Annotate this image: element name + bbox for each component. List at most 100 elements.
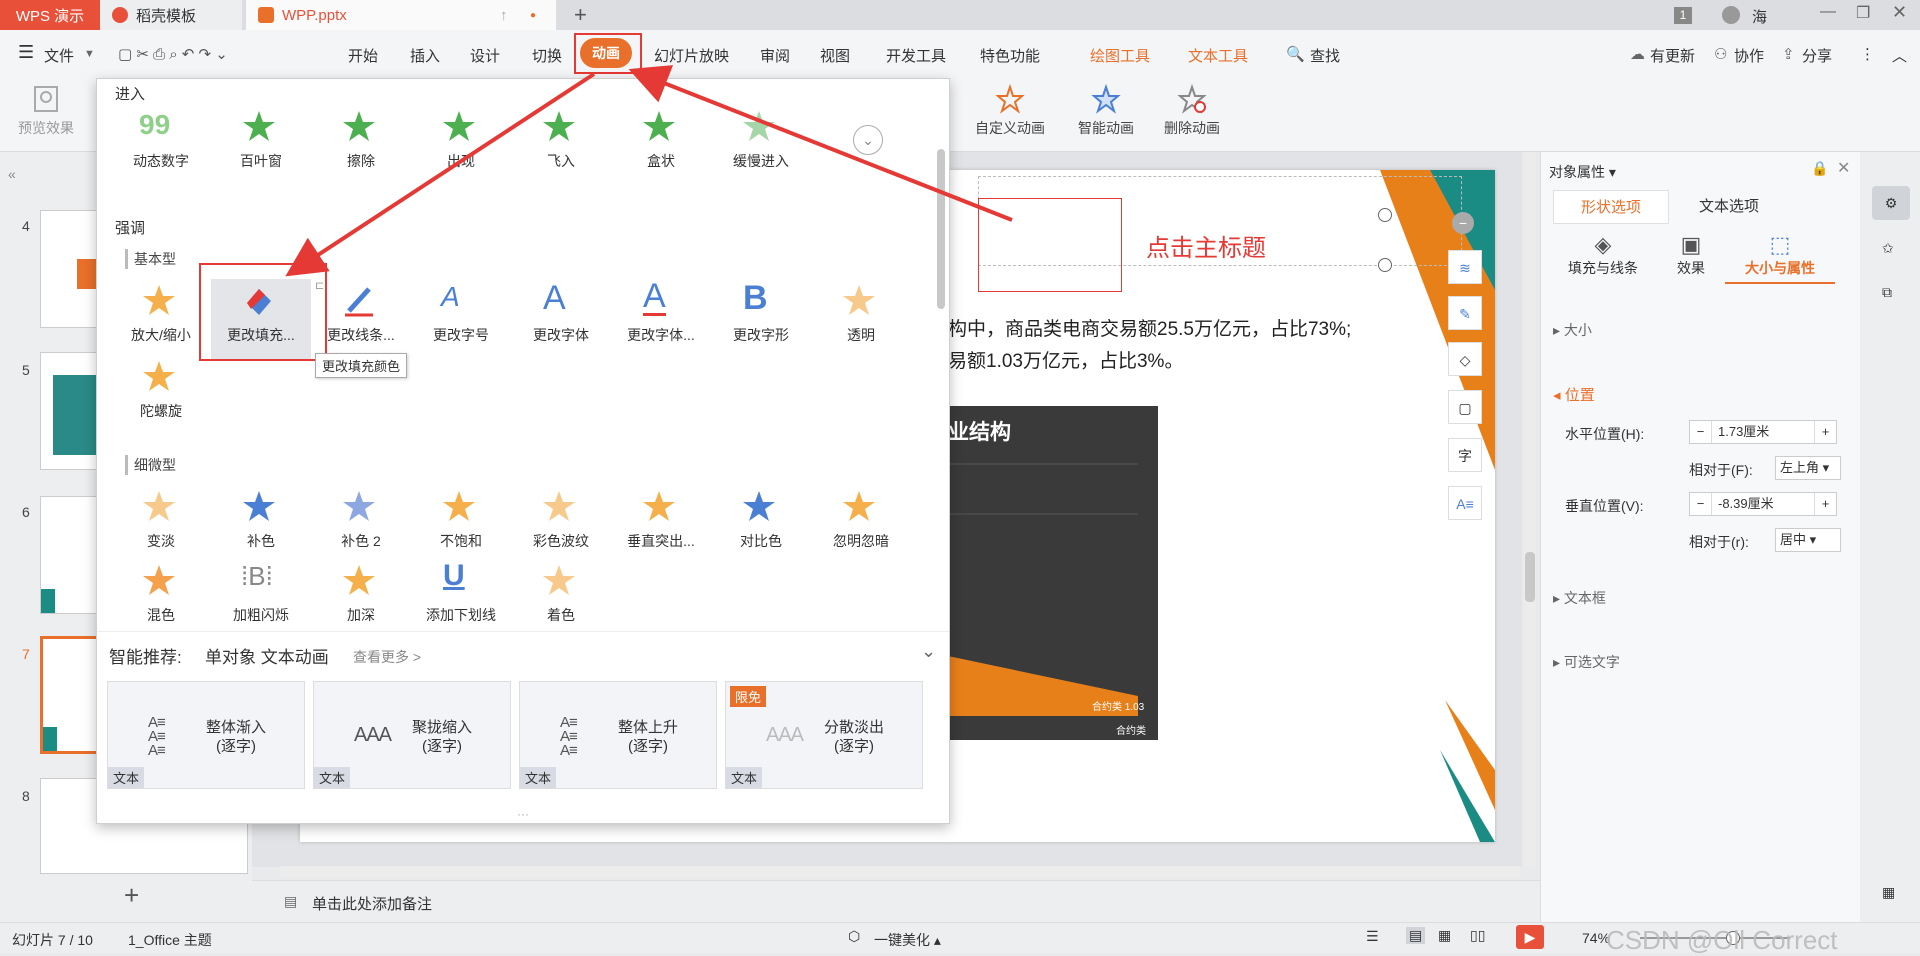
menu-transition[interactable]: 切换 — [532, 45, 562, 66]
effect-complement[interactable]: 补色 — [211, 485, 311, 565]
play-icon[interactable]: ▶ — [1516, 925, 1544, 949]
subtab-fill-line[interactable]: ◈ 填充与线条 — [1553, 232, 1653, 278]
effect-font-size[interactable]: A 更改字号 — [411, 279, 511, 359]
menu-animation[interactable]: 动画 — [580, 38, 632, 68]
smart-animation-button[interactable]: 智能动画 — [1060, 78, 1152, 148]
reading-view-icon[interactable]: ▯▯ — [1470, 927, 1485, 944]
effect-spin[interactable]: 陀螺旋 — [111, 355, 211, 435]
resize-handle[interactable] — [1378, 208, 1392, 222]
tab-text-options[interactable]: 文本选项 — [1671, 190, 1787, 224]
collab-icon[interactable]: ⚇ — [1714, 45, 1727, 63]
close-panel-icon[interactable]: ✕ — [1837, 158, 1850, 178]
collapse-chevron-icon[interactable]: ⌄ — [921, 641, 936, 662]
effect-fade[interactable]: 变淡 — [111, 485, 211, 565]
quick-access-icons[interactable]: ▢ ✂ ⎙ ⌕ ↶ ↷ ⌄ — [118, 45, 228, 63]
vertical-scrollbar[interactable] — [1524, 152, 1536, 867]
effect-bold-flash[interactable]: ⁞B⁞ 加粗闪烁 — [211, 559, 311, 639]
effect-flicker[interactable]: 忽明忽暗 — [811, 485, 911, 565]
resize-handle[interactable] — [1378, 258, 1392, 272]
menu-file[interactable]: 文件 — [44, 45, 74, 66]
see-more-link[interactable]: 查看更多 > — [353, 647, 421, 667]
layers-icon[interactable]: ≋ — [1448, 250, 1482, 284]
app-tab[interactable]: WPS 演示 — [0, 0, 100, 30]
menu-update[interactable]: 有更新 — [1650, 45, 1695, 66]
effect-vertical-highlight[interactable]: 垂直突出... — [611, 485, 711, 565]
dropdown-scrollbar[interactable] — [937, 149, 945, 309]
smart-card-1[interactable]: A≡ A≡ A≡ 整体渐入 (逐字) 文本 — [107, 681, 305, 789]
menu-insert[interactable]: 插入 — [410, 45, 440, 66]
pen-icon[interactable]: ✎ — [1448, 296, 1482, 330]
resize-grip-icon[interactable]: ··· — [517, 807, 529, 821]
chevron-down-icon[interactable]: ▼ — [84, 48, 95, 60]
text-style-icon[interactable]: 字 — [1448, 438, 1482, 472]
effect-appear[interactable]: 出现 — [411, 105, 511, 185]
sorter-view-icon[interactable]: ▦ — [1438, 927, 1451, 944]
smart-card-3[interactable]: A≡ A≡ A≡ 整体上升 (逐字) 文本 — [519, 681, 717, 789]
user-badge[interactable]: 1 — [1674, 7, 1692, 24]
fill-icon[interactable]: ◇ — [1448, 342, 1482, 376]
panel-title[interactable]: 对象属性 ▾ — [1549, 162, 1616, 182]
effect-blinds[interactable]: 百叶窗 — [211, 105, 311, 185]
h-pos-stepper[interactable]: −1.73厘米 + — [1689, 420, 1837, 444]
upload-icon[interactable]: ↑ — [500, 7, 508, 24]
effect-desaturate[interactable]: 不饱和 — [411, 485, 511, 565]
effect-box[interactable]: 盒状 — [611, 105, 711, 185]
tab-docer[interactable]: 稻壳模板 — [100, 0, 242, 30]
smart-card-4[interactable]: 限免 AAA 分散淡出 (逐字) 文本 — [725, 681, 923, 789]
restore-icon[interactable]: ❐ — [1856, 3, 1870, 23]
effect-font[interactable]: A 更改字体 — [511, 279, 611, 359]
menu-review[interactable]: 审阅 — [760, 45, 790, 66]
menu-drawing-tools[interactable]: 绘图工具 — [1090, 45, 1150, 66]
effect-fly-in[interactable]: 飞入 — [511, 105, 611, 185]
pin-icon[interactable]: ✩ — [1882, 240, 1894, 257]
menu-start[interactable]: 开始 — [348, 45, 378, 66]
new-tab-button[interactable]: + — [574, 2, 587, 28]
menu-slideshow[interactable]: 幻灯片放映 — [654, 45, 729, 66]
properties-icon[interactable]: ⚙ — [1872, 186, 1910, 220]
effect-change-line[interactable]: 更改线条... — [311, 279, 411, 359]
subtab-size-props[interactable]: ⬚ 大小与属性 — [1725, 232, 1835, 284]
avatar[interactable] — [1722, 6, 1740, 24]
collapse-ribbon-icon[interactable]: ︿ — [1892, 45, 1907, 66]
preview-effect-button[interactable]: 预览效果 — [0, 78, 92, 148]
beautify-icon[interactable]: ⬡ — [848, 928, 860, 945]
frame-icon[interactable]: ▢ — [1448, 390, 1482, 424]
effect-font-color[interactable]: A 更改字体... — [611, 279, 711, 359]
effect-zoom[interactable]: 放大/缩小 — [111, 279, 211, 359]
delete-animation-button[interactable]: 删除动画 — [1146, 78, 1238, 148]
lock-icon[interactable]: 🔒 — [1811, 160, 1828, 177]
collapse-panel-icon[interactable]: « — [8, 166, 16, 182]
effect-tint[interactable]: 着色 — [511, 559, 611, 639]
section-textbox[interactable]: ▸ 文本框 — [1553, 588, 1606, 608]
shapes-icon[interactable]: ⧉ — [1882, 284, 1892, 301]
v-pos-value[interactable]: -8.39厘米 — [1712, 493, 1814, 515]
section-position[interactable]: ◂ 位置 — [1553, 384, 1595, 405]
custom-animation-button[interactable]: 自定义动画 — [964, 78, 1056, 148]
close-icon[interactable]: ✕ — [1892, 2, 1907, 23]
more-icon[interactable]: ⋮ — [1860, 45, 1875, 63]
add-slide-icon[interactable]: + — [124, 880, 139, 911]
effect-contrast[interactable]: 对比色 — [711, 485, 811, 565]
effect-wipe[interactable]: 擦除 — [311, 105, 411, 185]
tab-wpp-file[interactable]: WPP.pptx ↑ ● — [246, 0, 556, 30]
effect-darken[interactable]: 加深 — [311, 559, 411, 639]
body-text-line2[interactable]: 易额1.03万亿元，占比3%。 — [948, 346, 1183, 373]
effect-complement-2[interactable]: 补色 2 — [311, 485, 411, 565]
effect-blend[interactable]: 混色 — [111, 559, 211, 639]
outline-view-icon[interactable]: ☰ — [1366, 928, 1379, 945]
search-icon[interactable]: 🔍 — [1286, 45, 1305, 63]
minus-circle-icon[interactable]: − — [1452, 212, 1474, 234]
section-size[interactable]: ▸ 大小 — [1553, 320, 1592, 340]
hamburger-icon[interactable]: ☰ — [18, 42, 34, 63]
minimize-icon[interactable]: — — [1820, 3, 1836, 21]
chart-image[interactable]: 业结构 合约类 1.03 合约类 — [948, 406, 1158, 740]
menu-design[interactable]: 设计 — [470, 45, 500, 66]
share-icon[interactable]: ⇪ — [1782, 45, 1795, 63]
menu-features[interactable]: 特色功能 — [980, 45, 1040, 66]
section-alt-text[interactable]: ▸ 可选文字 — [1553, 652, 1620, 672]
h-pos-value[interactable]: 1.73厘米 — [1712, 421, 1814, 443]
menu-collab[interactable]: 协作 — [1734, 45, 1764, 66]
subtab-effects[interactable]: ▣ 效果 — [1651, 232, 1731, 278]
effect-transparent[interactable]: 透明 — [811, 279, 911, 359]
menu-search[interactable]: 查找 — [1310, 45, 1340, 66]
